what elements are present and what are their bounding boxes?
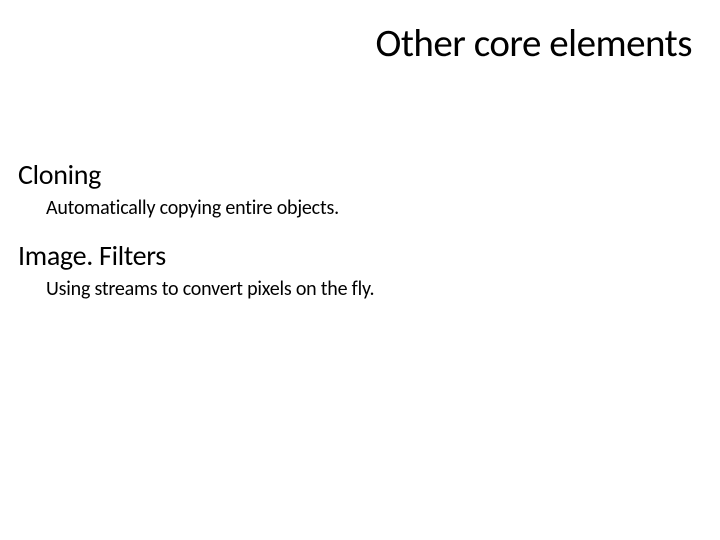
section-heading: Cloning — [18, 157, 692, 192]
slide: Other core elements Cloning Automaticall… — [0, 0, 720, 540]
section-image-filters: Image. Filters Using streams to convert … — [18, 238, 692, 301]
section-cloning: Cloning Automatically copying entire obj… — [18, 157, 692, 220]
section-description: Using streams to convert pixels on the f… — [46, 277, 692, 301]
section-heading: Image. Filters — [18, 238, 692, 273]
page-title: Other core elements — [18, 20, 692, 67]
section-description: Automatically copying entire objects. — [46, 196, 692, 220]
